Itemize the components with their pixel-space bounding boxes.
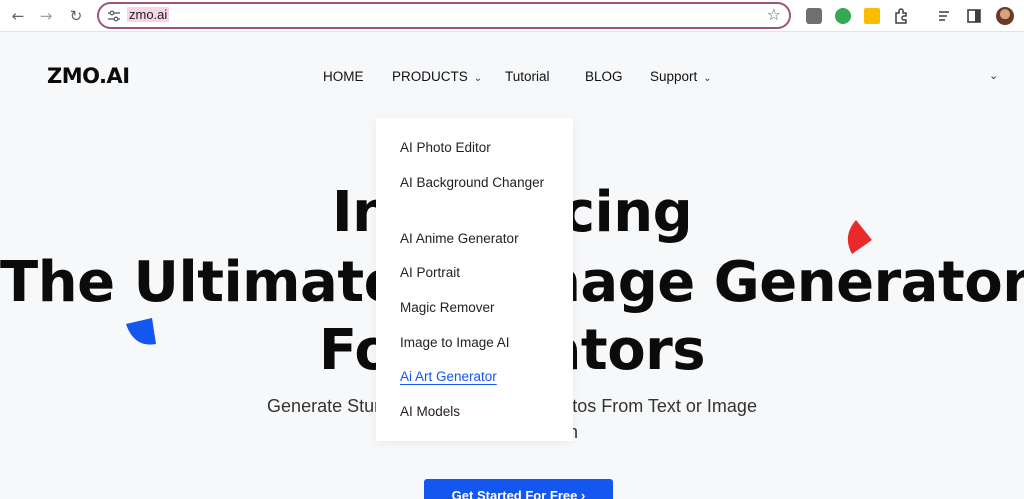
nav-products[interactable]: PRODUCTS ⌄: [392, 69, 482, 84]
forward-icon[interactable]: →: [36, 6, 56, 26]
get-started-button[interactable]: Get Started For Free ›: [424, 479, 613, 499]
nav-tutorial-label: Tutorial: [505, 69, 550, 84]
dropdown-item-image-to-image-ai[interactable]: Image to Image AI: [400, 332, 560, 353]
site-logo[interactable]: ZMO.AI: [47, 64, 130, 88]
nav-support[interactable]: Support ⌄: [650, 69, 712, 84]
chevron-down-icon: ⌄: [473, 73, 483, 84]
url-text[interactable]: zmo.ai: [127, 7, 170, 22]
nav-home[interactable]: HOME: [323, 69, 364, 84]
dropdown-item-ai-photo-editor[interactable]: AI Photo Editor: [400, 137, 560, 158]
browser-toolbar: ← → ↻ zmo.ai ☆: [0, 0, 1024, 32]
reload-icon[interactable]: ↻: [66, 6, 86, 26]
nav-products-label: PRODUCTS: [392, 69, 468, 84]
get-started-label: Get Started For Free: [451, 488, 578, 499]
dropdown-item-ai-art-generator[interactable]: Ai Art Generator: [400, 366, 560, 387]
chevron-right-icon: ›: [577, 488, 586, 499]
nav-home-label: HOME: [323, 69, 364, 84]
chevron-down-icon: ⌄: [703, 73, 712, 84]
dropdown-item-ai-background-changer[interactable]: AI Background Changer: [400, 172, 560, 193]
extension-icon-3[interactable]: [864, 8, 880, 24]
dropdown-item-magic-remover[interactable]: Magic Remover: [400, 297, 560, 318]
address-bar[interactable]: zmo.ai ☆: [97, 2, 791, 29]
dropdown-item-ai-portrait[interactable]: AI Portrait: [400, 262, 560, 283]
back-icon[interactable]: ←: [8, 6, 28, 26]
nav-blog[interactable]: BLOG: [585, 69, 623, 84]
chevron-down-icon[interactable]: ⌄: [989, 69, 998, 82]
dropdown-item-ai-anime-generator[interactable]: AI Anime Generator: [400, 228, 560, 249]
site-settings-icon[interactable]: [107, 9, 121, 23]
extension-icon-2[interactable]: [835, 8, 851, 24]
profile-avatar[interactable]: [996, 7, 1014, 25]
nav-blog-label: BLOG: [585, 69, 623, 84]
reading-list-icon[interactable]: [937, 8, 953, 24]
dropdown-item-ai-models[interactable]: AI Models: [400, 401, 560, 422]
nav-tutorial[interactable]: Tutorial: [505, 69, 550, 84]
extensions-icon[interactable]: [893, 8, 909, 24]
bookmark-star-icon[interactable]: ☆: [767, 5, 781, 24]
products-dropdown: AI Photo Editor AI Background Changer AI…: [376, 118, 573, 441]
extension-icon-1[interactable]: [806, 8, 822, 24]
side-panel-icon[interactable]: [966, 8, 982, 24]
nav-support-label: Support: [650, 69, 698, 84]
